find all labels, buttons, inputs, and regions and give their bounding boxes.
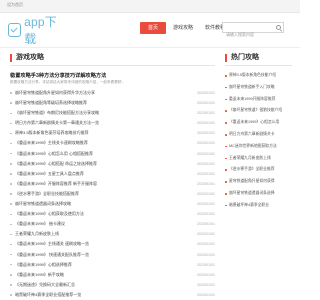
section-divider: [225, 65, 292, 66]
article-title[interactable]: 《崩坏星穹铁道》布朗尼技能搭配方法分享攻略: [15, 108, 185, 118]
article-date: 2023/01/01: [197, 212, 215, 217]
article-date: 2023/01/01: [197, 101, 215, 106]
hot-list-item[interactable]: 《逆水寒手游》全职业推荐: [225, 164, 293, 176]
article-title[interactable]: 《重返未来1999》新手攻略: [15, 270, 185, 280]
article-title[interactable]: 《重返未来1999》开服阵容推荐 新手开服阵容: [15, 179, 185, 189]
article-date: 2023/01/01: [197, 141, 215, 146]
article-date: 2023/01/01: [197, 242, 215, 247]
featured-article-summary: 稳置攻略方法分享，本站将给大家带来详细的攻略介绍，一起来看看吧...: [10, 80, 125, 84]
list-item[interactable]: 原神3.5版本新角色丽莎培养攻略技巧推荐 2023/01/01: [10, 128, 215, 138]
article-title[interactable]: 崩坏星穹铁道配角升星如何获得升华方法分享: [15, 88, 185, 98]
article-title[interactable]: 明日方舟第六章新剧情关卡第一章通关方法一览: [15, 118, 185, 128]
header: app下载 首页 游戏攻略 软件教程: [0, 13, 300, 47]
article-title[interactable]: 《无期迷途》兑换码大全最新汇总: [15, 280, 185, 290]
article-title[interactable]: 《重返未来1999》心相选择推荐: [15, 260, 185, 270]
list-item[interactable]: 《重返未来1999》主线通关 速刷攻略一览 2023/01/01: [10, 239, 215, 249]
article-date: 2023/01/01: [197, 191, 215, 196]
article-date: 2023/01/01: [197, 131, 215, 136]
nav-game-guides[interactable]: 游戏攻略: [168, 22, 198, 34]
article-date: 2023/01/01: [197, 292, 215, 297]
section-divider: [10, 65, 215, 66]
list-item[interactable]: 《重返未来1999》开服阵容推荐 新手开服阵容 2023/01/01: [10, 179, 215, 189]
search-icon[interactable]: [276, 25, 281, 30]
hot-list-item[interactable]: 明日方舟第六章新剧情关卡: [225, 129, 293, 141]
list-item[interactable]: 《重返未来1999》心相怎么用 心相搭配推荐 2023/01/01: [10, 149, 215, 159]
article-title[interactable]: 王者荣耀九月新皮肤上线: [15, 229, 185, 239]
download-icon: [8, 23, 22, 37]
article-title[interactable]: 《重返未来1999》 抽卡建议: [15, 219, 185, 229]
list-item[interactable]: 《无期迷途》兑换码大全最新汇总 2023/01/01: [10, 280, 215, 290]
article-date: 2023/01/01: [197, 202, 215, 207]
logo-text: app下载: [24, 15, 57, 46]
list-item[interactable]: 《崩坏星穹铁道》布朗尼技能搭配方法分享攻略 2023/01/01: [10, 108, 215, 118]
article-title[interactable]: 《重返未来1999》心相获取及使用方法: [15, 209, 185, 219]
list-item[interactable]: 《重返未来1999》 抽卡建议 2023/01/01: [10, 219, 215, 229]
article-date: 2023/01/01: [197, 181, 215, 186]
article-title[interactable]: 《重返未来1999》 快速通关配队推荐一览: [15, 250, 185, 260]
nav-home[interactable]: 首页: [140, 22, 167, 34]
hot-list: 原神3.5版本新角色技能介绍 崩坏星穹铁道新手入门攻略 重返未来1999开服阵容…: [225, 70, 293, 212]
article-title[interactable]: 《重返未来1999》主线通关 速刷攻略一览: [15, 239, 185, 249]
list-item[interactable]: 《重返未来1999》心相搭配 命运之轮选择推荐 2023/01/01: [10, 159, 215, 169]
article-list: 崩坏星穹铁道配角升星如何获得升华方法分享 2023/01/01 崩坏星穹铁道配角等…: [10, 88, 215, 300]
article-title[interactable]: 暗黑破坏神4赛季全职业搭配推荐一览: [15, 290, 185, 300]
article-date: 2023/01/01: [197, 252, 215, 257]
list-item[interactable]: 暗黑破坏神4赛季全职业搭配推荐一览 2023/01/01: [10, 290, 215, 300]
hot-list-item[interactable]: 重返未来1999开服阵容推荐: [225, 94, 293, 106]
article-title[interactable]: 《逆水寒手游》全职业技能搭配推荐: [15, 189, 185, 199]
list-item[interactable]: 《重返未来1999》主线关卡速刷攻略推荐 2023/01/01: [10, 138, 215, 148]
list-item[interactable]: 《逆水寒手游》全职业技能搭配推荐 2023/01/01: [10, 189, 215, 199]
featured-article-title[interactable]: 稳置攻略手3种方法分享技巧详解攻略方法: [10, 72, 215, 79]
article-date: 2023/01/01: [197, 222, 215, 227]
list-item[interactable]: 《重返未来1999》心相获取及使用方法 2023/01/01: [10, 209, 215, 219]
hot-list-item[interactable]: 崩坏星穹铁道遗器词条选择: [225, 188, 293, 200]
article-title[interactable]: 崩坏星穹铁道遗器词条选择攻略: [15, 199, 185, 209]
article-date: 2023/01/01: [197, 272, 215, 277]
set-homepage-link[interactable]: 设为首页: [7, 2, 23, 8]
hot-list-item[interactable]: MC迷你世界新地图获取方法: [225, 141, 293, 153]
article-date: 2023/01/01: [197, 91, 215, 95]
article-date: 2023/01/01: [197, 121, 215, 126]
list-item[interactable]: 崩坏星穹铁道配角升星如何获得升华方法分享 2023/01/01: [10, 88, 215, 98]
hot-list-item[interactable]: 《重返未来1999》心相怎么用: [225, 117, 293, 129]
list-item[interactable]: 《重返未来1999》新手攻略 2023/01/01: [10, 270, 215, 280]
list-item[interactable]: 崩坏星穹铁道遗器词条选择攻略 2023/01/01: [10, 199, 215, 209]
article-date: 2023/01/01: [197, 111, 215, 116]
top-bar: 设为首页: [0, 0, 300, 13]
list-item[interactable]: 《重返未来1999》五星工具人盘点推荐 2023/01/01: [10, 169, 215, 179]
search-input[interactable]: [223, 30, 276, 39]
list-item[interactable]: 《重返未来1999》 快速通关配队推荐一览 2023/01/01: [10, 250, 215, 260]
section-title-game-guides: 游戏攻略: [10, 54, 44, 62]
hot-list-item[interactable]: 星穹铁道配角升星如何获得: [225, 176, 293, 188]
hot-list-item[interactable]: 暗黑破坏神4赛季全职业: [225, 200, 293, 212]
header-divider: [0, 47, 300, 48]
article-date: 2023/01/01: [197, 151, 215, 156]
article-date: 2023/01/01: [197, 282, 215, 287]
article-title[interactable]: 《重返未来1999》主线关卡速刷攻略推荐: [15, 138, 185, 148]
list-item[interactable]: 明日方舟第六章新剧情关卡第一章通关方法一览 2023/01/01: [10, 118, 215, 128]
article-date: 2023/01/01: [197, 262, 215, 267]
article-title[interactable]: 《重返未来1999》五星工具人盘点推荐: [15, 169, 185, 179]
main-nav: 首页 游戏攻略 软件教程: [140, 22, 232, 34]
hot-list-item[interactable]: 王者荣耀九月新皮肤上线: [225, 153, 293, 165]
article-date: 2023/01/01: [197, 171, 215, 176]
hot-list-item[interactable]: 原神3.5版本新角色技能介绍: [225, 70, 293, 82]
list-item[interactable]: 王者荣耀九月新皮肤上线 2023/01/01: [10, 229, 215, 239]
article-title[interactable]: 《重返未来1999》心相搭配 命运之轮选择推荐: [15, 159, 185, 169]
list-item[interactable]: 《重返未来1999》心相选择推荐 2023/01/01: [10, 260, 215, 270]
article-title[interactable]: 崩坏星穹铁道配角等级培养选择攻略推荐: [15, 98, 185, 108]
article-title[interactable]: 原神3.5版本新角色丽莎培养攻略技巧推荐: [15, 128, 185, 138]
search-box: [222, 22, 284, 39]
article-date: 2023/01/01: [197, 232, 215, 237]
list-item[interactable]: 崩坏星穹铁道配角等级培养选择攻略推荐 2023/01/01: [10, 98, 215, 108]
article-date: 2023/01/01: [197, 161, 215, 166]
hot-list-item[interactable]: 崩坏星穹铁道新手入门攻略: [225, 82, 293, 94]
hot-list-item[interactable]: 《崩坏星穹铁道》银狼技能介绍: [225, 105, 293, 117]
site-logo[interactable]: app下载: [8, 15, 66, 46]
section-title-hot-guides: 热门攻略: [225, 54, 259, 62]
article-title[interactable]: 《重返未来1999》心相怎么用 心相搭配推荐: [15, 149, 185, 159]
